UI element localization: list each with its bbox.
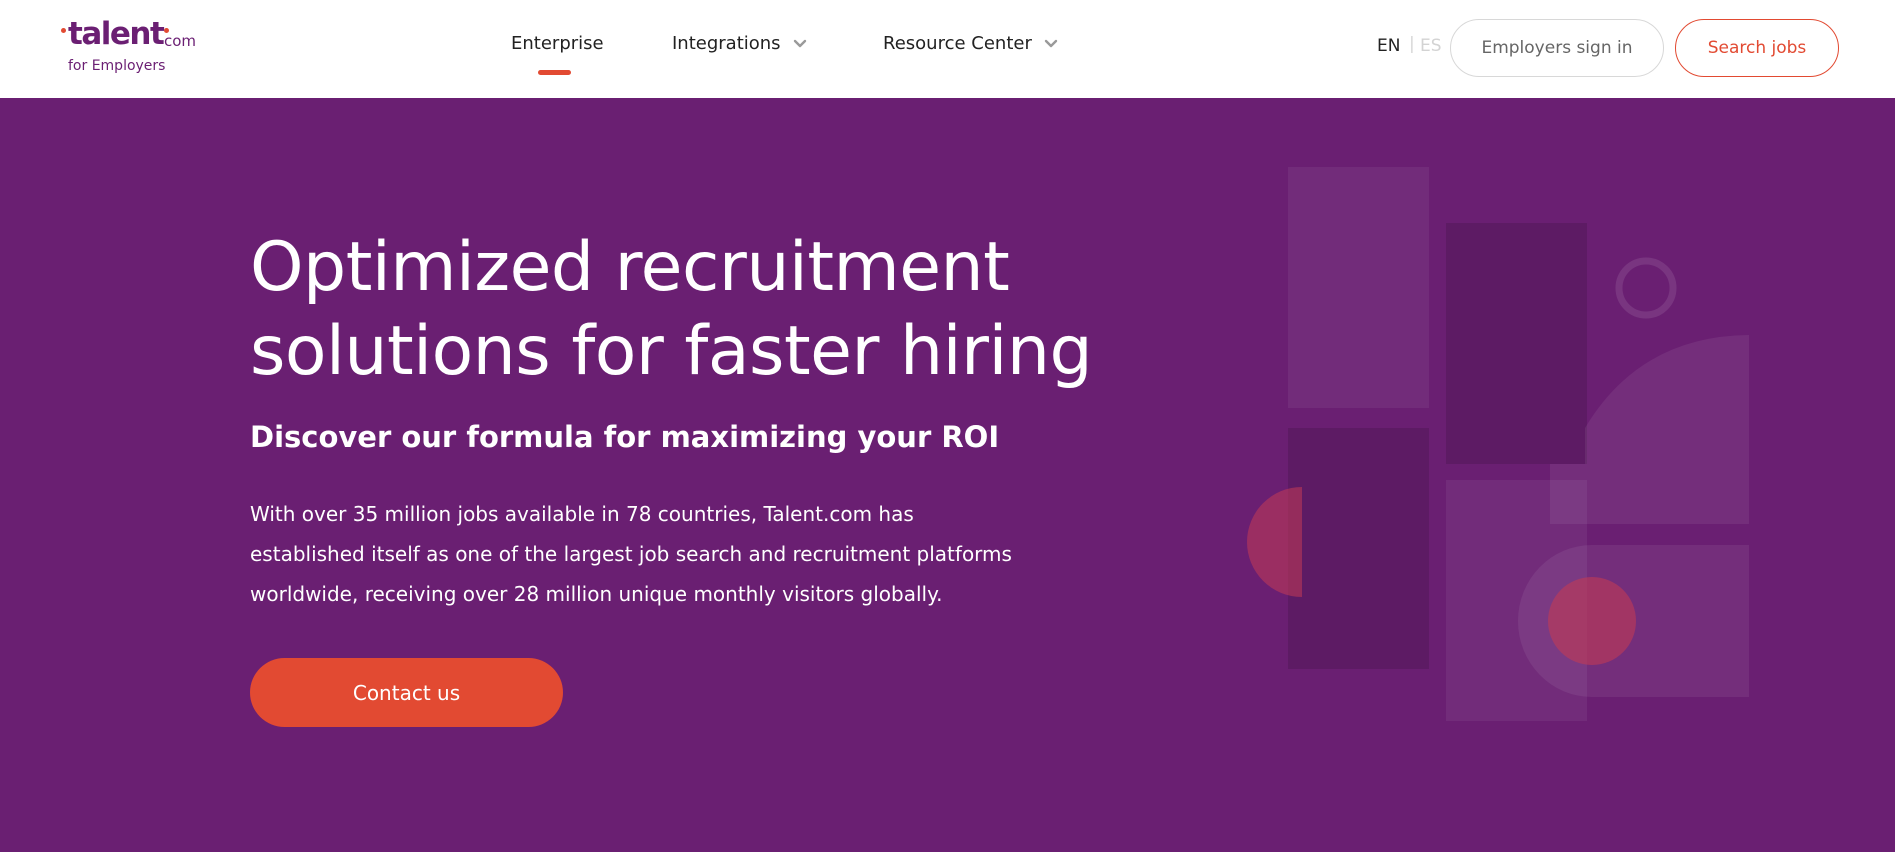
decorative-ring (1615, 257, 1677, 319)
nav-item-label: Integrations (672, 33, 781, 54)
contact-us-button[interactable]: Contact us (250, 658, 563, 727)
decorative-red-circle (1548, 577, 1636, 665)
hero-description-line: worldwide, receiving over 28 million uni… (250, 582, 943, 606)
hero-title-line: solutions for faster hiring (250, 312, 1093, 391)
logo-suffix: com (164, 32, 197, 50)
site-header: talent com for Employers Enterprise Inte… (0, 0, 1895, 98)
logo-dot (61, 28, 66, 33)
nav-item-resource-center[interactable]: Resource Center (883, 33, 1058, 54)
decorative-rect (1288, 167, 1429, 408)
hero-description: With over 35 million jobs available in 7… (250, 494, 1040, 614)
chevron-down-icon (793, 39, 806, 47)
nav-item-integrations[interactable]: Integrations (672, 33, 807, 54)
language-separator: | (1409, 34, 1415, 54)
employers-sign-in-button[interactable]: Employers sign in (1450, 19, 1664, 77)
language-option-en[interactable]: EN (1377, 36, 1400, 56)
hero-title: Optimized recruitment solutions for fast… (250, 226, 1150, 394)
hero-title-line: Optimized recruitment (250, 228, 1010, 307)
decorative-quarter-shape (1585, 335, 1749, 464)
search-jobs-button[interactable]: Search jobs (1675, 19, 1839, 77)
hero-decoration (1247, 167, 1749, 721)
active-nav-indicator (538, 70, 571, 75)
nav-item-enterprise[interactable]: Enterprise (511, 33, 604, 54)
language-option-es[interactable]: ES (1420, 36, 1442, 56)
hero-description-line: With over 35 million jobs available in 7… (250, 502, 914, 526)
logo-word: talent (68, 16, 165, 52)
logo-subtitle: for Employers (68, 58, 166, 74)
decorative-rect (1288, 428, 1429, 669)
nav-item-label: Enterprise (511, 33, 604, 54)
nav-item-label: Resource Center (883, 33, 1032, 54)
decorative-rect (1550, 464, 1749, 524)
hero-section: Optimized recruitment solutions for fast… (0, 98, 1895, 852)
hero-description-line: established itself as one of the largest… (250, 542, 1012, 566)
chevron-down-icon (1044, 39, 1058, 47)
decorative-rect (1446, 223, 1587, 464)
decorative-half-circle (1247, 487, 1302, 597)
hero-subtitle: Discover our formula for maximizing your… (250, 420, 1000, 454)
